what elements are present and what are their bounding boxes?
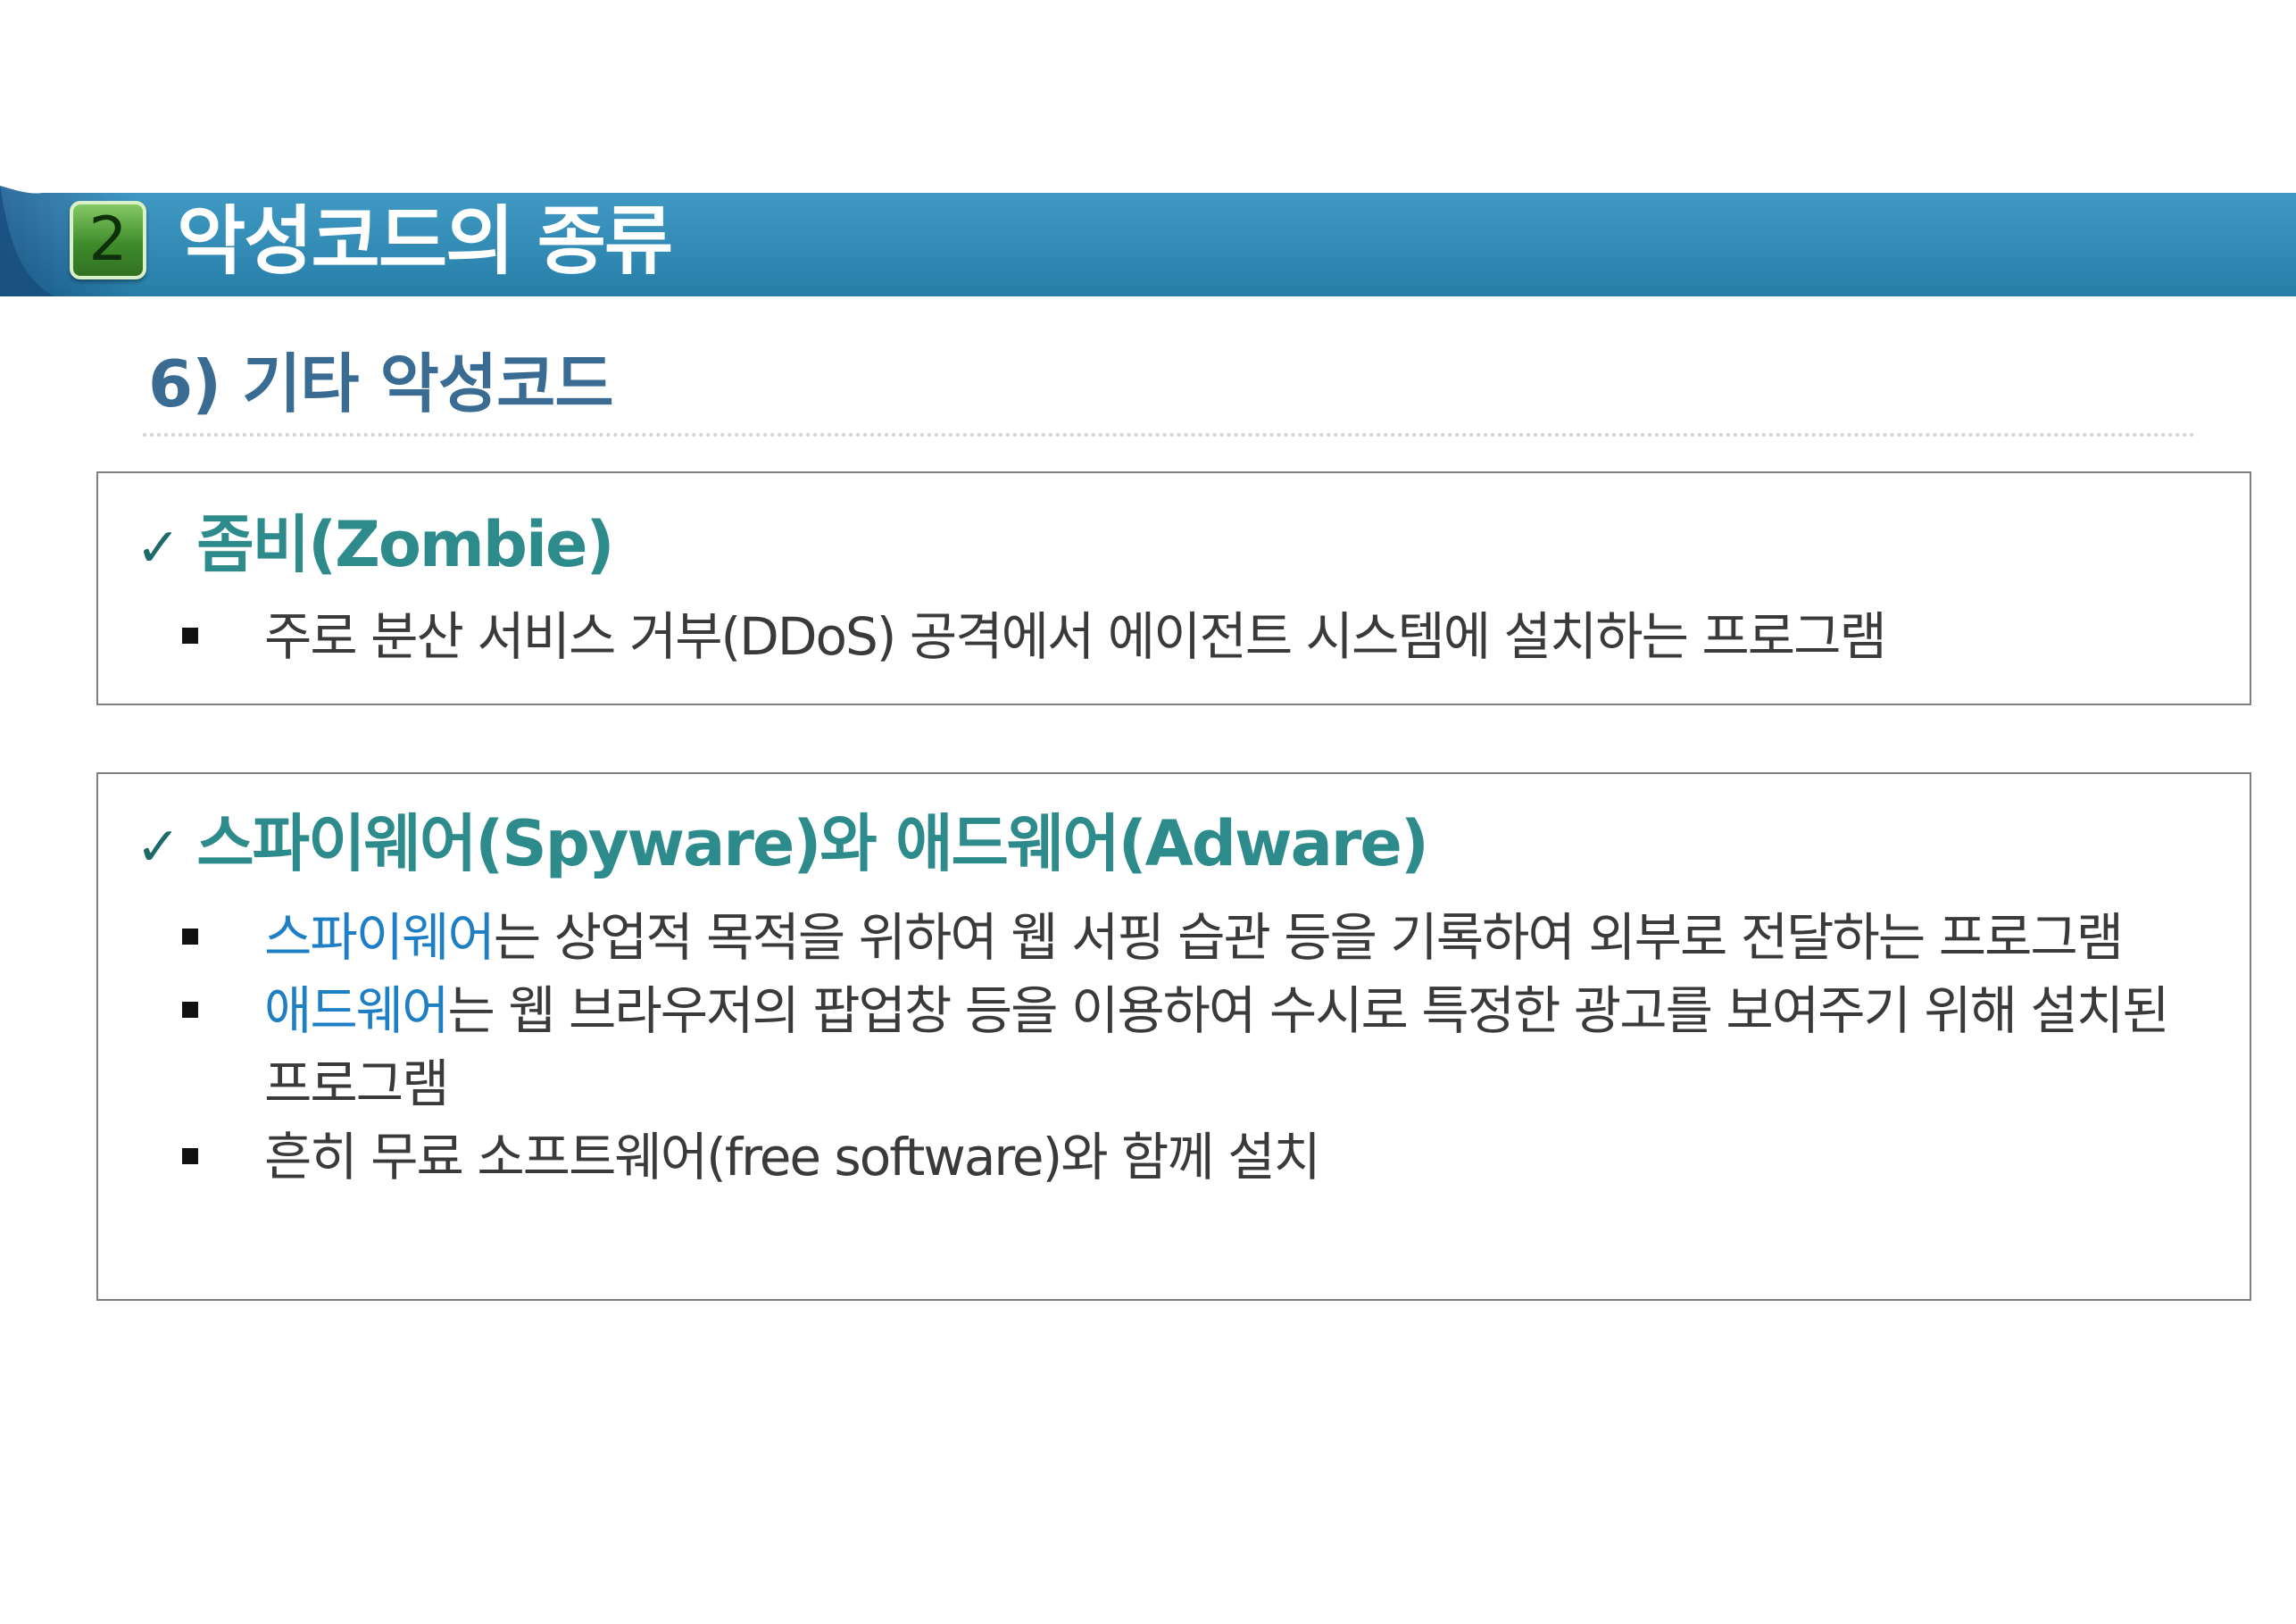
spyware-bullet-list: 스파이웨어는 상업적 목적을 위하여 웹 서핑 습관 등을 기록하여 외부로 전… [98,901,2250,1194]
sub-heading: 6) 기타 악성코드 [148,346,614,421]
square-bullet-icon [182,1002,198,1018]
checkmark-icon: ✓ [136,517,180,579]
zombie-bullet-list: 주로 분산 서비스 거부(DDoS) 공격에서 에이전트 시스템에 설치하는 프… [98,600,1921,673]
bullet-text: 흔히 무료 소프트웨어(free software)와 함께 설치 [264,1127,1321,1187]
dotted-divider [143,433,2196,437]
zombie-heading: ✓ 좀비(Zombie) [136,500,614,593]
checkmark-icon: ✓ [136,816,180,879]
spyware-heading-text: 스파이웨어(Spyware)와 애드웨어(Adware) [196,807,1429,880]
zombie-heading-text: 좀비(Zombie) [196,508,614,581]
highlight-term: 애드웨어 [264,980,449,1041]
square-bullet-icon [182,628,198,644]
bullet-text: 는 상업적 목적을 위하여 웹 서핑 습관 등을 기록하여 외부로 전달하는 프… [493,907,2124,968]
square-bullet-icon [182,929,198,945]
bullet-text: 주로 분산 서비스 거부(DDoS) 공격에서 에이전트 시스템에 설치하는 프… [264,606,1887,667]
list-item: 주로 분산 서비스 거부(DDoS) 공격에서 에이전트 시스템에 설치하는 프… [98,600,1921,673]
section-title: 악성코드의 종류 [177,197,673,285]
spyware-adware-box: ✓ 스파이웨어(Spyware)와 애드웨어(Adware) 스파이웨어는 상업적… [96,772,2251,1301]
zombie-box: ✓ 좀비(Zombie) 주로 분산 서비스 거부(DDoS) 공격에서 에이전트… [96,471,2251,705]
section-number-badge: 2 [70,201,146,279]
list-item: 흔히 무료 소프트웨어(free software)와 함께 설치 [98,1120,2250,1194]
bullet-text: 는 웹 브라우저의 팝업창 등을 이용하여 수시로 특정한 광고를 보여주기 위… [264,980,2169,1114]
square-bullet-icon [182,1148,198,1164]
spyware-heading: ✓ 스파이웨어(Spyware)와 애드웨어(Adware) [136,799,1429,892]
list-item: 스파이웨어는 상업적 목적을 위하여 웹 서핑 습관 등을 기록하여 외부로 전… [98,901,2250,974]
list-item: 애드웨어는 웹 브라우저의 팝업창 등을 이용하여 수시로 특정한 광고를 보여… [98,974,2250,1120]
highlight-term: 스파이웨어 [264,907,495,968]
